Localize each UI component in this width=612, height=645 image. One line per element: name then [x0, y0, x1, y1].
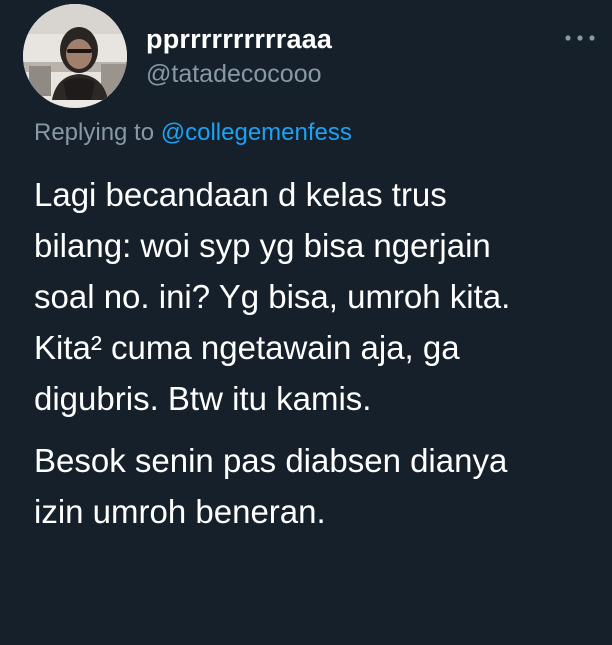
avatar-image — [23, 4, 127, 108]
replying-to: Replying to @collegemenfess — [34, 116, 352, 150]
tweet: pprrrrrrrrrraaa @tatadecocooo Replying t… — [0, 0, 612, 645]
user-handle[interactable]: @tatadecocooo — [146, 58, 332, 90]
replying-to-label: Replying to — [34, 119, 155, 146]
tweet-text-line: Besok senin pas diabsen dianya — [34, 442, 508, 479]
tweet-paragraph-1: Lagi becandaan d kelas trus bilang: woi … — [34, 169, 594, 424]
tweet-paragraph-2: Besok senin pas diabsen dianya izin umro… — [34, 435, 594, 537]
avatar[interactable] — [23, 4, 127, 108]
more-horizontal-icon — [565, 35, 595, 41]
tweet-text-line: bilang: woi syp yg bisa ngerjain — [34, 227, 491, 264]
tweet-text-line: soal no. ini? Yg bisa, umroh kita. — [34, 278, 511, 315]
reply-mention-link[interactable]: @collegemenfess — [161, 119, 352, 146]
tweet-text: Lagi becandaan d kelas trus bilang: woi … — [34, 169, 594, 537]
more-options-button[interactable] — [562, 26, 602, 50]
tweet-text-line: izin umroh beneran. — [34, 493, 326, 530]
tweet-text-line: Lagi becandaan d kelas trus — [34, 176, 447, 213]
tweet-text-line: digubris. Btw itu kamis. — [34, 380, 372, 417]
tweet-text-line: Kita² cuma ngetawain aja, ga — [34, 329, 460, 366]
user-names: pprrrrrrrrrraaa @tatadecocooo — [146, 22, 332, 90]
display-name[interactable]: pprrrrrrrrrraaa — [146, 22, 332, 56]
